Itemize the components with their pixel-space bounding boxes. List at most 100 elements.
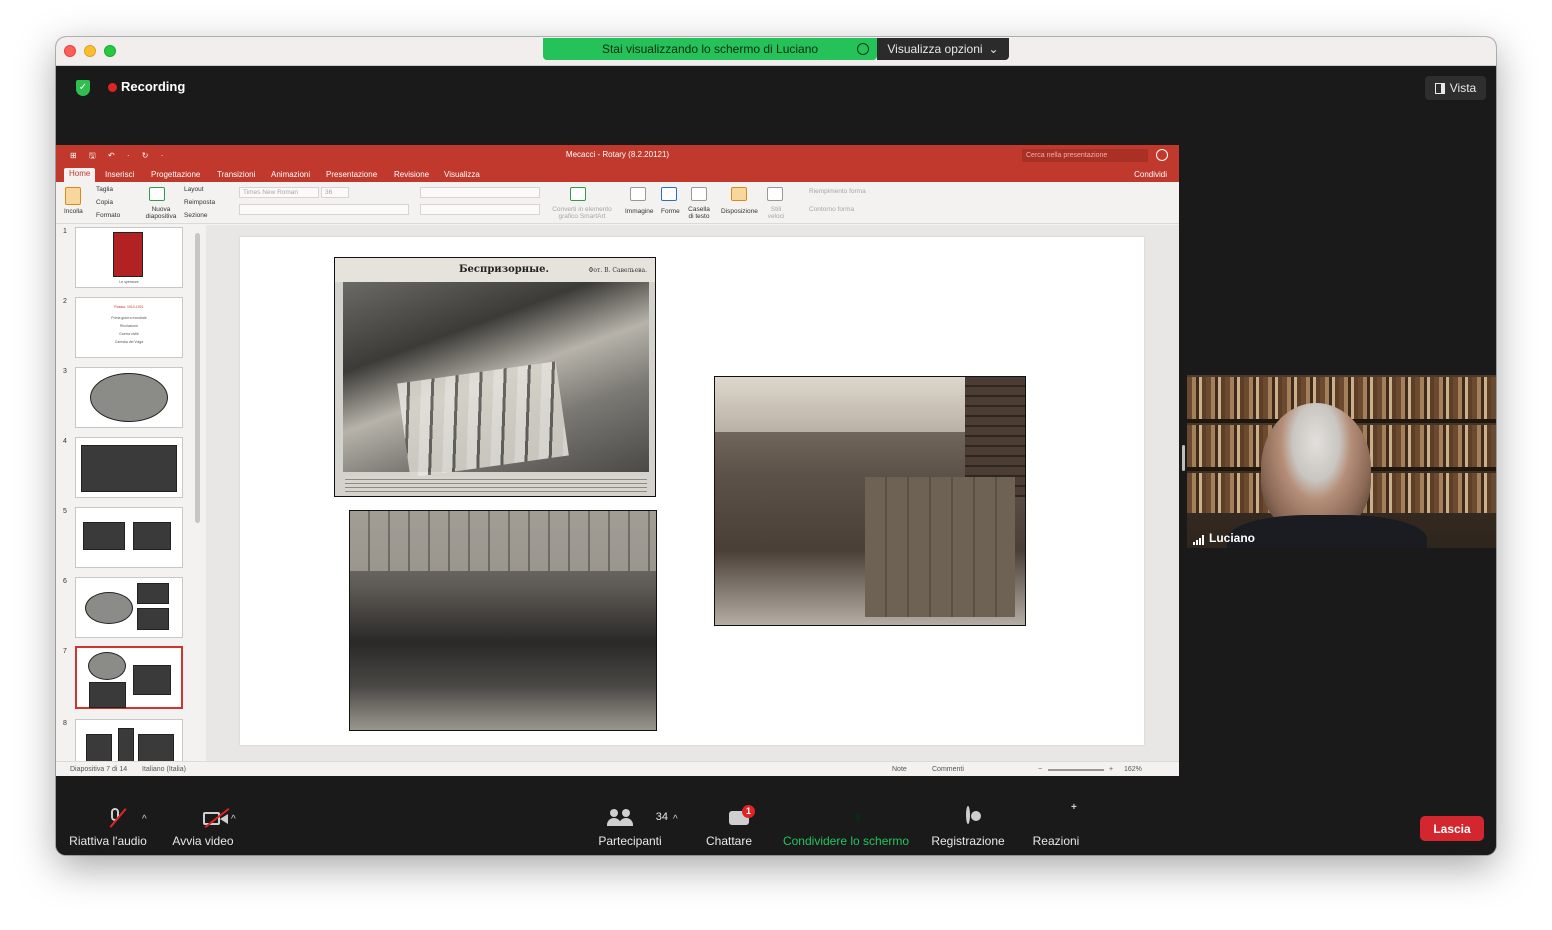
layout-label: Layout (184, 186, 204, 193)
zoom-window-button[interactable] (104, 45, 116, 57)
slide-thumbnail-2: Russia, 1914-1921 Prima guerra mondiale … (75, 297, 183, 358)
share-screen-label: Condividere lo schermo (782, 834, 910, 848)
view-options-button[interactable]: Visualizza opzioni ⌄ (877, 38, 1009, 60)
snowy-wall-image (715, 377, 965, 432)
slide-thumbnail-5 (75, 507, 183, 568)
share-screen-button[interactable]: Condividere lo schermo (778, 808, 914, 848)
slide-thumbnail-7-selected (75, 646, 183, 709)
ppt-tab-view: Visualizza (444, 170, 480, 179)
wooden-wall-image (350, 511, 656, 571)
quick-styles-label: Stili veloci (767, 206, 785, 220)
boy-in-box-photo (714, 376, 1026, 626)
ppt-tab-slideshow: Presentazione (326, 170, 378, 179)
zoom-out-button: − (1038, 766, 1043, 773)
slide-number: 8 (63, 720, 67, 727)
smartart-icon (570, 187, 586, 201)
thumb-photo (133, 522, 171, 550)
thumbnail-scrollbar (195, 233, 200, 523)
cut-label: Taglia (96, 186, 113, 193)
participant-face (1261, 403, 1371, 533)
reactions-label: Reazioni (1032, 834, 1080, 848)
ppt-tab-design: Progettazione (151, 170, 201, 179)
notes-button: Note (892, 766, 907, 773)
chat-unread-badge: 1 (742, 805, 755, 818)
view-button-label: Vista (1449, 81, 1477, 95)
ppt-tab-home: Home (64, 168, 96, 182)
arrange-label: Disposizione (721, 208, 758, 215)
newspaper-credit: Фот. В. Савельева. (588, 267, 647, 274)
paste-icon (65, 187, 81, 205)
thumb-photo (118, 728, 134, 761)
zoom-in-button: + (1109, 766, 1114, 773)
screen-share-banner: Stai visualizzando lo schermo di Luciano (543, 38, 877, 60)
view-button[interactable]: Vista (1425, 76, 1486, 100)
title-bar: Stai visualizzando lo schermo di Luciano… (56, 37, 1496, 66)
slide-number: 6 (63, 578, 67, 585)
participant-video-tile[interactable]: Luciano (1187, 375, 1496, 548)
participants-button[interactable]: 34 Partecipanti (592, 808, 668, 848)
slide-1-caption: Le speranze (119, 280, 139, 284)
slide-canvas: Беспризорные. Фот. В. Савельева. (206, 225, 1179, 761)
recording-label: Recording (121, 79, 186, 94)
shape-outline-label: Contorno forma (809, 206, 855, 213)
image-label: Immagine (625, 208, 654, 215)
view-options-label: Visualizza opzioni (887, 42, 983, 56)
thumb-photo (89, 682, 126, 708)
minimize-window-button[interactable] (84, 45, 96, 57)
chat-label: Chattare (705, 834, 753, 848)
leave-meeting-button[interactable]: Lascia (1420, 816, 1484, 841)
arrange-icon (731, 187, 747, 201)
ppt-tab-review: Revisione (394, 170, 430, 179)
chat-button[interactable]: 1 Chattare (701, 805, 757, 848)
panel-resize-handle[interactable] (1182, 445, 1185, 471)
slide-number: 5 (63, 508, 67, 515)
slide-thumbnail-3 (75, 367, 183, 428)
image-icon (630, 187, 646, 201)
shapes-icon (661, 187, 677, 201)
paste-label: Incolla (64, 208, 83, 215)
connection-signal-icon (1193, 535, 1204, 545)
ppt-tab-insert: Inserisci (105, 170, 135, 179)
screen-share-text: Stai visualizzando lo schermo di Luciano (601, 42, 819, 56)
ppt-title-bar: ⊞ 🖫 ↶ · ↻ · Mecacci - Rotary (8.2.20121)… (56, 145, 1179, 167)
zoom-slider (1048, 769, 1104, 771)
thumb-photo (86, 734, 112, 761)
ppt-tab-transitions: Transizioni (217, 170, 256, 179)
ppt-search-input: Cerca nella presentazione (1022, 149, 1148, 162)
thumb-photo (138, 734, 174, 761)
record-button[interactable]: Registrazione (928, 806, 1008, 848)
participant-name: Luciano (1209, 531, 1256, 545)
security-shield-icon[interactable]: ✓ (76, 80, 90, 96)
ppt-ribbon-tabs: Home Inserisci Progettazione Transizioni… (56, 167, 1179, 182)
slide-thumbnail-4 (75, 437, 183, 498)
reactions-button[interactable]: + Reazioni (1028, 802, 1084, 848)
smiley-feedback-icon (1156, 149, 1168, 161)
recording-dot-icon (108, 83, 117, 92)
unmute-audio-button[interactable]: Riattiva l'audio (66, 808, 150, 848)
slide-thumbnail-1: Le speranze (75, 227, 183, 288)
slide-number: 7 (63, 648, 67, 655)
share-status-icon (857, 43, 869, 55)
ppt-status-bar: Diapositiva 7 di 14 Italiano (Italia) No… (56, 761, 1179, 776)
slide-2-line: Prima guerra mondiale (111, 316, 147, 320)
font-size-field: 36 (321, 187, 349, 198)
close-window-button[interactable] (64, 45, 76, 57)
slide-2-line: Rivoluzione (119, 324, 139, 328)
font-family-field: Times New Roman (239, 187, 319, 198)
participant-name-tag: Luciano (1193, 531, 1255, 545)
participants-options-caret-icon[interactable]: ^ (673, 814, 678, 825)
smartart-label: Converti in elemento grafico SmartArt (552, 206, 612, 220)
thumb-photo (85, 592, 133, 624)
video-options-caret-icon[interactable]: ^ (231, 814, 236, 825)
ppt-share-button: Condividi (1134, 170, 1167, 179)
current-slide: Беспризорные. Фот. В. Савельева. (240, 237, 1144, 745)
thumb-photo (88, 652, 126, 680)
zoom-window: Stai visualizzando lo schermo di Luciano… (56, 37, 1496, 855)
language-indicator: Italiano (Italia) (142, 766, 186, 773)
list-controls (420, 187, 540, 198)
slide-number: 3 (63, 368, 67, 375)
wooden-box-image (865, 477, 1015, 617)
audio-options-caret-icon[interactable]: ^ (142, 814, 147, 825)
new-slide-icon (149, 187, 165, 201)
start-video-button[interactable]: Avvia video (168, 807, 238, 848)
